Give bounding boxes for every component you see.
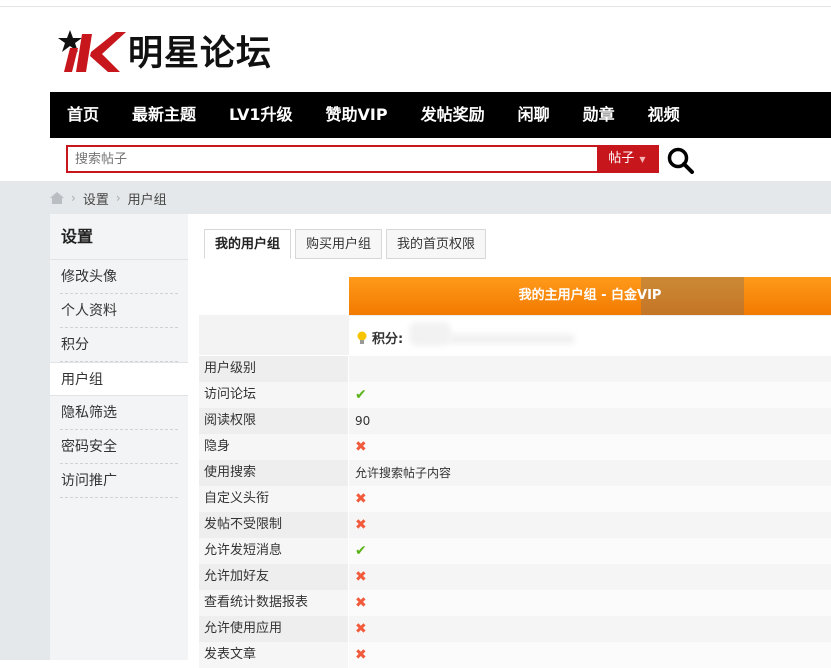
nav-item[interactable]: 发帖奖励 [404, 92, 501, 138]
permission-name: 发表文章 [199, 642, 349, 668]
permission-value-cell [349, 356, 831, 382]
tab-bar: 我的用户组 购买用户组 我的首页权限 [204, 229, 490, 259]
breadcrumb-item-usergroup[interactable]: 用户组 [128, 189, 167, 208]
permission-row: 使用搜索 允许搜索帖子内容 [199, 460, 831, 486]
permission-value-cell: ✖ [349, 564, 831, 590]
points-label: 积分: [356, 328, 403, 347]
permission-name: 允许使用应用 [199, 616, 349, 642]
search-input[interactable] [68, 147, 597, 171]
breadcrumb-separator: › [115, 191, 121, 205]
redacted-points-extra [449, 334, 574, 344]
sidebar-item[interactable]: 用户组 [50, 362, 188, 396]
nav-item[interactable]: 最新主题 [115, 92, 212, 138]
cross-icon: ✖ [355, 491, 367, 507]
sidebar-item[interactable]: 访问推广 [60, 464, 178, 498]
permission-value: 允许搜索帖子内容 [355, 466, 452, 480]
tab[interactable]: 购买用户组 [295, 229, 383, 259]
points-row: 积分: [349, 315, 831, 356]
cross-icon: ✖ [355, 595, 367, 611]
cross-icon: ✖ [355, 439, 367, 455]
permission-name: 自定义头衔 [199, 486, 349, 512]
nav-item[interactable]: 赞助VIP [309, 92, 404, 138]
tab[interactable]: 我的首页权限 [386, 229, 487, 259]
sidebar-item[interactable]: 个人资料 [60, 294, 178, 328]
search-button[interactable] [666, 146, 696, 174]
points-label-cell [199, 315, 349, 355]
nav-item[interactable]: LV1升级 [212, 92, 309, 138]
permission-value-cell: ✔ [349, 382, 831, 408]
sidebar-item[interactable]: 积分 [60, 328, 178, 362]
main-nav: 首页 最新主题 LV1升级 赞助VIP 发帖奖励 闲聊 勋章 视频 [50, 92, 831, 138]
permission-value-cell: ✖ [349, 486, 831, 512]
permission-row: 允许使用应用 ✖ [199, 616, 831, 642]
permission-name: 查看统计数据报表 [199, 590, 349, 616]
cross-icon: ✖ [355, 517, 367, 533]
breadcrumb: › 设置 › 用户组 [50, 188, 167, 208]
permission-row: 用户级别 [199, 356, 831, 382]
nav-item[interactable]: 首页 [50, 92, 115, 138]
caret-down-icon: ▼ [639, 155, 646, 164]
search-bar: 帖子 ▼ [66, 145, 659, 173]
permission-row: 访问论坛 ✔ [199, 382, 831, 408]
permission-row: 发表文章 ✖ [199, 642, 831, 668]
cross-icon: ✖ [355, 647, 367, 663]
site-logo[interactable]: 明星论坛 [58, 24, 272, 76]
permission-value-cell: ✖ [349, 642, 831, 668]
cross-icon: ✖ [355, 569, 367, 585]
permission-row: 允许加好友 ✖ [199, 564, 831, 590]
tab[interactable]: 我的用户组 [204, 229, 292, 259]
permission-row: 发帖不受限制 ✖ [199, 512, 831, 538]
logo-mark [58, 26, 126, 74]
bulb-icon [357, 331, 367, 344]
check-icon: ✔ [355, 543, 367, 559]
usergroup-title: 我的主用户组 - 白金VIP [518, 288, 662, 303]
top-border [0, 0, 831, 7]
permission-row: 允许发短消息 ✔ [199, 538, 831, 564]
settings-sidebar: 设置 修改头像 个人资料 积分 用户组 隐私筛选 密码安全 访问推广 [50, 214, 188, 660]
permission-value-cell: ✖ [349, 616, 831, 642]
permission-row: 查看统计数据报表 ✖ [199, 590, 831, 616]
sidebar-item[interactable]: 隐私筛选 [60, 396, 178, 430]
permission-row: 隐身 ✖ [199, 434, 831, 460]
redacted-points [409, 322, 451, 346]
check-icon: ✔ [355, 387, 367, 403]
permission-name: 允许发短消息 [199, 538, 349, 564]
permission-value-cell: ✔ [349, 538, 831, 564]
points-label-text: 积分: [372, 332, 404, 347]
permission-value-cell: ✖ [349, 434, 831, 460]
permission-name: 访问论坛 [199, 382, 349, 408]
search-type-select[interactable]: 帖子 ▼ [597, 147, 657, 171]
search-icon [667, 147, 694, 174]
permission-value: 90 [355, 414, 371, 428]
permission-name: 使用搜索 [199, 460, 349, 486]
permission-name: 允许加好友 [199, 564, 349, 590]
sidebar-item[interactable]: 修改头像 [60, 260, 178, 294]
permission-row: 阅读权限 90 [199, 408, 831, 434]
logo-text: 明星论坛 [128, 33, 273, 74]
home-icon[interactable] [50, 192, 64, 204]
breadcrumb-separator: › [71, 191, 76, 205]
nav-item[interactable]: 勋章 [566, 92, 631, 138]
permission-name: 发帖不受限制 [199, 512, 349, 538]
sidebar-item[interactable]: 密码安全 [60, 430, 178, 464]
permission-value-cell: ✖ [349, 590, 831, 616]
permission-name: 隐身 [199, 434, 349, 460]
permission-name: 用户级别 [199, 356, 349, 382]
main-content: 我的用户组 购买用户组 我的首页权限 我的主用户组 - 白金VIP 积分: 用户级别… [188, 214, 831, 668]
nav-item[interactable]: 闲聊 [501, 92, 566, 138]
breadcrumb-item-settings[interactable]: 设置 [83, 189, 109, 208]
search-type-label: 帖子 [608, 151, 635, 166]
cross-icon: ✖ [355, 621, 367, 637]
permission-value-cell: 允许搜索帖子内容 [349, 460, 831, 486]
permission-name: 阅读权限 [199, 408, 349, 434]
permission-value-cell: 90 [349, 408, 831, 434]
permission-value-cell: ✖ [349, 512, 831, 538]
permission-row: 自定义头衔 ✖ [199, 486, 831, 512]
star-icon [58, 30, 126, 72]
sidebar-title: 设置 [50, 214, 188, 260]
usergroup-header: 我的主用户组 - 白金VIP [349, 277, 831, 315]
nav-item[interactable]: 视频 [631, 92, 696, 138]
